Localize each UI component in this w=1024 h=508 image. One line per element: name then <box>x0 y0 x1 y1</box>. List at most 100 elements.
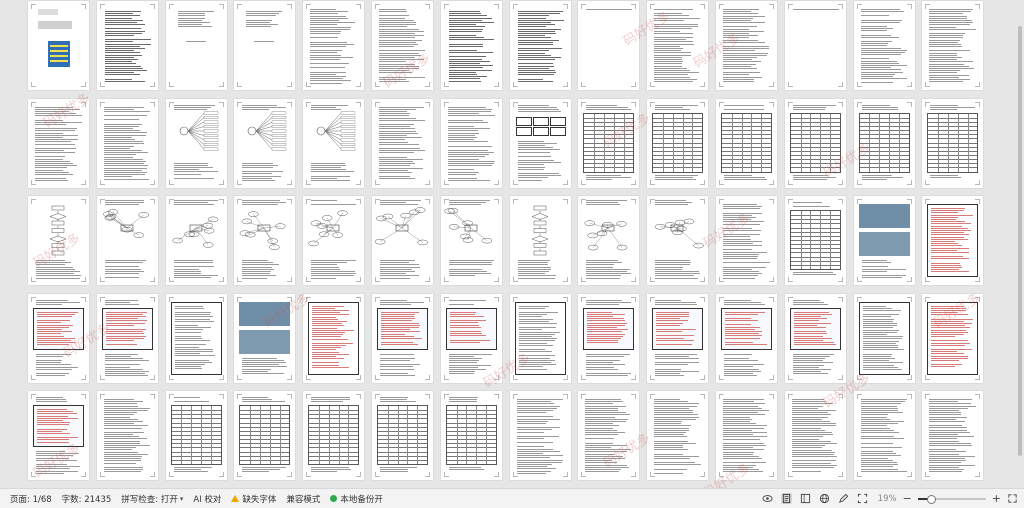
page-thumbnail[interactable] <box>647 391 708 480</box>
fit-page-icon[interactable] <box>857 493 868 504</box>
page-thumbnail[interactable] <box>854 1 915 90</box>
vertical-scrollbar[interactable] <box>1017 4 1023 484</box>
table-rule <box>899 114 900 172</box>
word-count[interactable]: 字数: 21435 <box>62 493 112 505</box>
page-thumbnail[interactable] <box>303 1 364 90</box>
page-thumbnail[interactable] <box>647 294 708 383</box>
diagram-shape <box>449 211 470 228</box>
page-thumbnail[interactable] <box>578 1 639 90</box>
text-line <box>654 66 682 67</box>
pen-icon[interactable] <box>838 493 849 504</box>
page-thumbnail[interactable] <box>441 196 502 285</box>
expand-icon[interactable] <box>1007 493 1018 504</box>
page-thumbnail[interactable] <box>234 294 295 383</box>
page-thumbnail[interactable] <box>922 196 983 285</box>
outline-view-icon[interactable] <box>800 493 811 504</box>
scrollbar-thumb[interactable] <box>1018 26 1022 456</box>
page-thumbnail[interactable] <box>441 99 502 188</box>
zoom-slider[interactable] <box>918 498 986 500</box>
page-indicator[interactable]: 页面: 1/68 <box>10 493 52 505</box>
page-thumbnail[interactable] <box>647 196 708 285</box>
page-thumbnail[interactable] <box>303 294 364 383</box>
page-thumbnail[interactable] <box>234 391 295 480</box>
missing-fonts-button[interactable]: 缺失字体 <box>231 493 276 505</box>
local-backup-button[interactable]: 本地备份开 <box>330 493 383 505</box>
page-thumbnail[interactable] <box>578 99 639 188</box>
page-thumbnail[interactable] <box>716 1 777 90</box>
page-thumbnail[interactable] <box>303 196 364 285</box>
page-thumbnail[interactable] <box>854 196 915 285</box>
page-thumbnail[interactable] <box>97 294 158 383</box>
page-thumbnail[interactable] <box>922 1 983 90</box>
page-thumbnail[interactable] <box>578 294 639 383</box>
page-thumbnail[interactable] <box>234 196 295 285</box>
page-thumbnail[interactable] <box>28 99 89 188</box>
compat-mode-indicator[interactable]: 兼容模式 <box>286 493 320 505</box>
page-thumbnail[interactable] <box>303 99 364 188</box>
page-thumbnail[interactable] <box>372 1 433 90</box>
page-thumbnail[interactable] <box>716 99 777 188</box>
page-thumbnail[interactable] <box>372 391 433 480</box>
page-thumbnail[interactable] <box>510 391 571 480</box>
page-thumbnail[interactable] <box>510 196 571 285</box>
page-view-icon[interactable] <box>781 493 792 504</box>
table-rule <box>584 126 633 127</box>
page-thumbnail[interactable] <box>922 99 983 188</box>
page-thumbnail[interactable] <box>854 99 915 188</box>
text-line <box>724 302 761 303</box>
page-thumbnail[interactable] <box>303 391 364 480</box>
eye-icon[interactable] <box>762 493 773 504</box>
page-thumbnail[interactable] <box>922 391 983 480</box>
page-thumbnail[interactable] <box>854 391 915 480</box>
zoom-in-icon[interactable]: + <box>992 493 1001 504</box>
zoom-level[interactable]: 19% <box>878 494 897 504</box>
page-thumbnail[interactable] <box>372 196 433 285</box>
page-thumbnail[interactable] <box>166 294 227 383</box>
page-thumbnail[interactable] <box>578 391 639 480</box>
page-thumbnail[interactable] <box>716 391 777 480</box>
page-thumbnail[interactable] <box>97 391 158 480</box>
page-thumbnail[interactable] <box>28 1 89 90</box>
page-thumbnail[interactable] <box>441 391 502 480</box>
page-thumbnail[interactable] <box>234 99 295 188</box>
page-thumbnail[interactable] <box>166 391 227 480</box>
page-thumbnail[interactable] <box>785 294 846 383</box>
page-thumbnail[interactable] <box>28 391 89 480</box>
page-thumbnail[interactable] <box>166 196 227 285</box>
page-thumbnail[interactable] <box>922 294 983 383</box>
zoom-slider-knob[interactable] <box>927 495 936 504</box>
page-thumbnail[interactable] <box>166 1 227 90</box>
page-thumbnail[interactable] <box>166 99 227 188</box>
page-thumbnail[interactable] <box>578 196 639 285</box>
page-thumbnail[interactable] <box>97 196 158 285</box>
text-line <box>654 462 694 463</box>
spell-check-toggle[interactable]: 拼写检查: 打开 ▾ <box>121 493 183 505</box>
page-thumbnail[interactable] <box>234 1 295 90</box>
page-thumbnail[interactable] <box>441 294 502 383</box>
page-thumbnail[interactable] <box>785 196 846 285</box>
page-thumbnail[interactable] <box>785 391 846 480</box>
page-thumbnail[interactable] <box>510 1 571 90</box>
page-thumbnail[interactable] <box>372 294 433 383</box>
page-thumbnail[interactable] <box>97 99 158 188</box>
document-canvas[interactable] <box>0 0 1024 488</box>
page-thumbnail[interactable] <box>28 196 89 285</box>
page-thumbnail[interactable] <box>716 294 777 383</box>
page-thumbnail[interactable] <box>510 99 571 188</box>
page-thumbnail[interactable] <box>647 1 708 90</box>
web-view-icon[interactable] <box>819 493 830 504</box>
page-thumbnail[interactable] <box>372 99 433 188</box>
page-thumbnail[interactable] <box>785 99 846 188</box>
page-thumbnail[interactable] <box>716 196 777 285</box>
page-thumbnail[interactable] <box>785 1 846 90</box>
page-thumbnail[interactable] <box>647 99 708 188</box>
page-thumbnail[interactable] <box>854 294 915 383</box>
page-thumbnail[interactable] <box>441 1 502 90</box>
page-thumbnail[interactable] <box>97 1 158 90</box>
page-thumbnail[interactable] <box>28 294 89 383</box>
ai-proofread-button[interactable]: AI 校对 <box>193 493 221 505</box>
zoom-out-icon[interactable]: − <box>903 493 912 504</box>
text-line <box>174 167 214 168</box>
table-rule <box>742 114 743 172</box>
page-thumbnail[interactable] <box>510 294 571 383</box>
